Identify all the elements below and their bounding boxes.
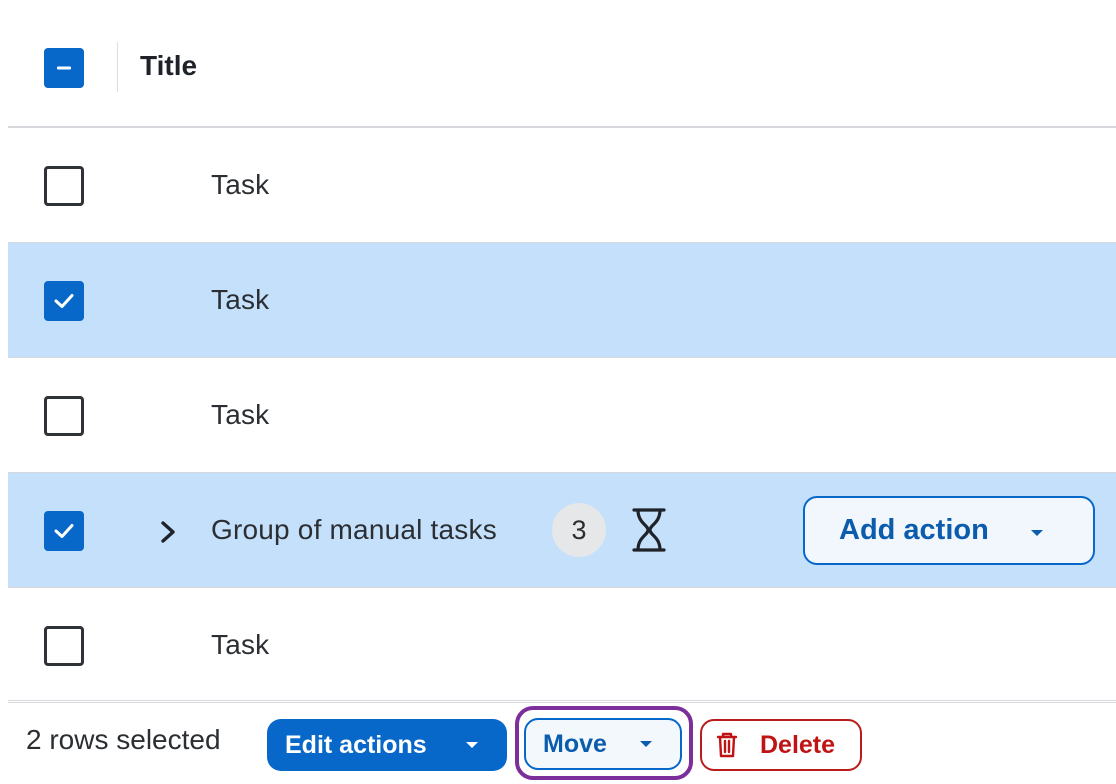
column-header-title[interactable]: Title [140,50,197,82]
row-title: Group of manual tasks [211,514,497,545]
task-table: Title Task Task Task Group of manual tas… [8,0,1116,703]
count-badge: 3 [552,503,606,557]
move-button[interactable]: Move [524,718,682,770]
row-checkbox[interactable] [44,396,84,436]
row-checkbox[interactable] [44,626,84,666]
row-title: Task [211,629,270,660]
edit-actions-button[interactable]: Edit actions [267,719,507,771]
row-title: Task [211,399,270,430]
indeterminate-icon [57,66,71,70]
trash-icon [716,732,738,758]
table-row[interactable]: Task [8,588,1116,703]
row-title: Task [211,169,270,200]
table-row[interactable]: Task [8,358,1116,473]
move-label: Move [543,729,607,758]
caret-down-icon [640,741,652,747]
hourglass-icon [632,508,666,552]
add-action-label: Add action [839,514,989,546]
table-row[interactable]: Task [8,128,1116,243]
group-row[interactable]: Group of manual tasks 3 Add action [8,473,1116,588]
row-checkbox[interactable] [44,511,84,551]
caret-down-icon [466,742,478,748]
footer-divider [8,700,1116,701]
delete-button[interactable]: Delete [700,719,862,771]
edit-actions-label: Edit actions [285,730,427,759]
selection-count: 2 rows selected [26,724,221,755]
checkmark-icon [54,524,74,538]
select-all-checkbox[interactable] [44,48,84,88]
column-divider [117,42,118,92]
table-row[interactable]: Task [8,243,1116,358]
add-action-button[interactable]: Add action [803,496,1095,565]
delete-label: Delete [760,730,836,759]
row-title: Task [211,284,270,315]
checkmark-icon [54,294,74,308]
row-checkbox[interactable] [44,281,84,321]
table-header: Title [8,0,1116,128]
chevron-right-icon[interactable] [156,517,180,547]
bulk-action-bar: 2 rows selected Edit actions Move Delete [0,700,1116,784]
caret-down-icon [1031,530,1043,536]
row-checkbox[interactable] [44,166,84,206]
